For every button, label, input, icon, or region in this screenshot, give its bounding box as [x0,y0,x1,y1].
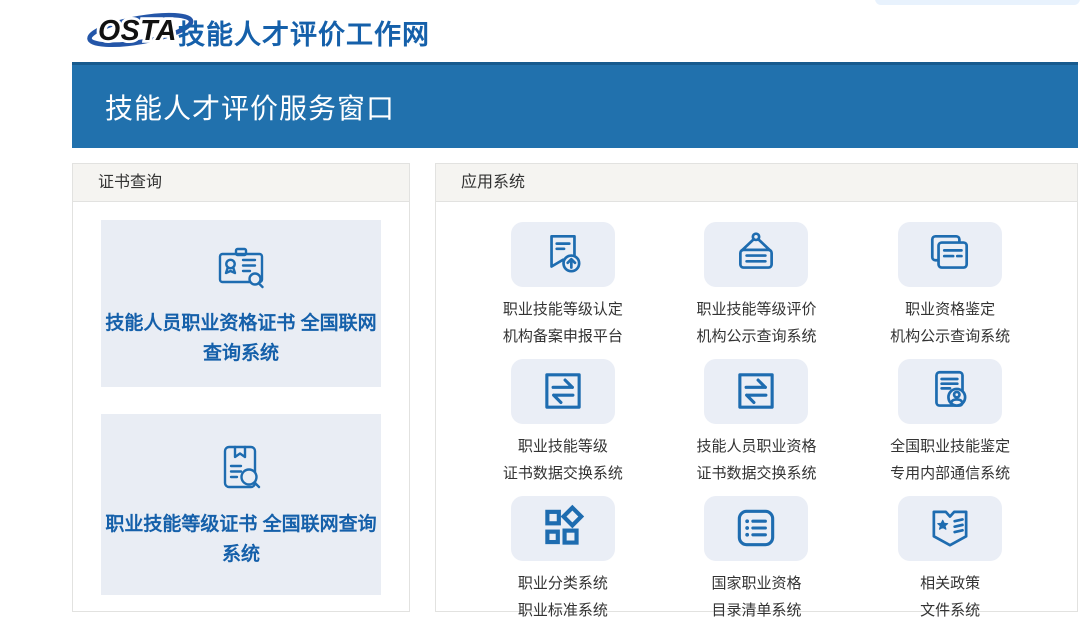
cert-query-header: 证书查询 [73,164,409,202]
label-line1: 技能人员职业资格 [696,433,816,461]
osta-logo-text: OSTA [98,15,177,47]
hanging-sign-icon [704,222,808,287]
label-line2: 证书数据交换系统 [503,460,623,488]
label-line2: 机构公示查询系统 [696,323,816,351]
app-item-label: 技能人员职业资格 证书数据交换系统 [696,433,816,489]
app-item-label: 全国职业技能鉴定 专用内部通信系统 [890,433,1010,489]
label-line2: 目录清单系统 [711,597,801,618]
app-item-label: 职业技能等级 证书数据交换系统 [503,433,623,489]
card-label: 职业技能等级证书 全国联网查询系统 [101,510,381,569]
app-systems-grid: 职业技能等级认定 机构备案申报平台 职业技能等级评价 [436,202,1077,618]
label-line1: 职业技能等级认定 [503,296,623,324]
app-systems-header: 应用系统 [436,164,1077,202]
app-item-label: 职业分类系统 职业标准系统 [518,570,608,618]
card-skill-level-cert-query[interactable]: 职业技能等级证书 全国联网查询系统 [101,414,381,595]
label-line2: 文件系统 [920,597,980,618]
app-item-qualification-appraisal-publicity[interactable]: 职业资格鉴定 机构公示查询系统 [853,214,1047,351]
label-line1: 国家职业资格 [711,570,801,598]
partial-search-bar[interactable] [875,0,1080,5]
app-item-label: 相关政策 文件系统 [920,570,980,618]
label-line2: 机构公示查询系统 [890,323,1010,351]
card-label-line1: 技能人员职业资格证书 [105,313,295,334]
document-user-icon [898,359,1002,424]
category-grid-icon [511,496,615,561]
label-line1: 职业分类系统 [518,570,608,598]
data-exchange-icon [511,359,615,424]
page: OSTA 技能人才评价工作网 技能人才评价服务窗口 证书查询 [0,0,1080,618]
id-card-search-icon [213,239,269,295]
list-icon [704,496,808,561]
policy-book-icon [898,496,1002,561]
banner-title: 技能人才评价服务窗口 [72,87,395,127]
app-item-label: 国家职业资格 目录清单系统 [711,570,801,618]
label-line2: 机构备案申报平台 [503,323,623,351]
stacked-cards-icon [898,222,1002,287]
bookmark-upload-icon [511,222,615,287]
label-line1: 职业资格鉴定 [890,296,1010,324]
app-item-national-qualification-catalog[interactable]: 国家职业资格 目录清单系统 [660,488,854,618]
data-exchange-icon [704,359,808,424]
cert-query-cards: 技能人员职业资格证书 全国联网查询系统 [73,202,409,595]
site-title: 技能人才评价工作网 [178,13,430,52]
label-line1: 职业技能等级评价 [696,296,816,324]
card-vocational-qualification-cert-query[interactable]: 技能人员职业资格证书 全国联网查询系统 [101,220,381,387]
card-label-line1: 职业技能等级证书 [105,514,257,535]
app-item-skill-level-cert-data-exchange[interactable]: 职业技能等级 证书数据交换系统 [466,351,660,488]
certificate-search-icon [213,440,269,496]
app-item-label: 职业技能等级评价 机构公示查询系统 [696,296,816,352]
label-line2: 证书数据交换系统 [696,460,816,488]
label-line1: 相关政策 [920,570,980,598]
card-label: 技能人员职业资格证书 全国联网查询系统 [101,309,381,368]
app-item-skill-level-accreditation-filing[interactable]: 职业技能等级认定 机构备案申报平台 [466,214,660,351]
app-item-qualification-cert-data-exchange[interactable]: 技能人员职业资格 证书数据交换系统 [660,351,854,488]
app-item-skill-level-evaluation-publicity[interactable]: 职业技能等级评价 机构公示查询系统 [660,214,854,351]
cert-query-panel: 证书查询 技能 [72,163,410,612]
label-line2: 职业标准系统 [518,597,608,618]
label-line1: 全国职业技能鉴定 [890,433,1010,461]
app-systems-panel: 应用系统 职业技能等级认定 机构备案申报平台 [435,163,1078,612]
label-line2: 专用内部通信系统 [890,460,1010,488]
label-line1: 职业技能等级 [503,433,623,461]
app-item-policy-documents[interactable]: 相关政策 文件系统 [853,488,1047,618]
app-item-occupation-classification-standards[interactable]: 职业分类系统 职业标准系统 [466,488,660,618]
main-content: 证书查询 技能 [72,163,1078,612]
app-item-internal-communication[interactable]: 全国职业技能鉴定 专用内部通信系统 [853,351,1047,488]
service-banner: 技能人才评价服务窗口 [72,62,1078,148]
app-item-label: 职业技能等级认定 机构备案申报平台 [503,296,623,352]
app-item-label: 职业资格鉴定 机构公示查询系统 [890,296,1010,352]
topbar: OSTA 技能人才评价工作网 [0,0,1080,62]
